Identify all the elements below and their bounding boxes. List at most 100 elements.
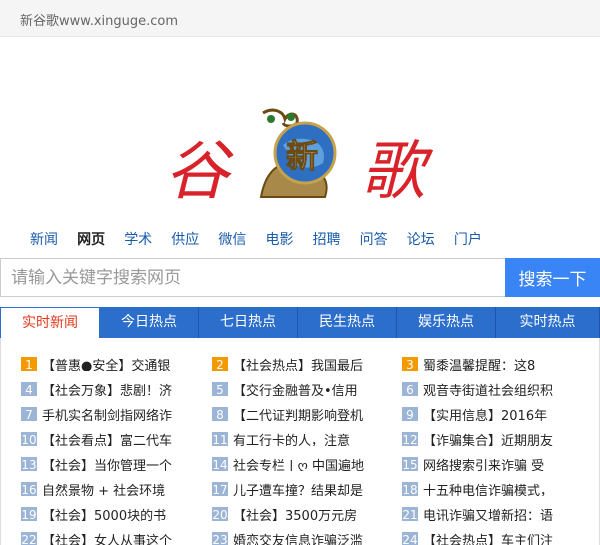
nav-jobs[interactable]: 招聘 [313,229,341,249]
news-title[interactable]: 观音寺街道社会组织积 [423,380,581,396]
news-title[interactable]: 蜀黍温馨提醒：这8 [423,355,581,371]
news-item[interactable]: 6 观音寺街道社会组织积 [402,379,582,396]
news-rank-badge: 9 [402,406,418,421]
news-rank-badge: 20 [212,506,228,521]
news-item[interactable]: 24 【社会热点】车主们注 [402,529,582,545]
nav-supply[interactable]: 供应 [171,229,199,249]
news-item[interactable]: 20 【社会】3500万元房 [212,504,382,521]
news-title[interactable]: 网络搜索引来诈骗 受 [423,455,581,471]
news-title[interactable]: 【社会】3500万元房 [233,505,381,521]
tab-entertainment-hot[interactable]: 娱乐热点 [397,307,496,338]
news-title[interactable]: 【社会热点】车主们注 [423,530,581,545]
news-rank-badge: 1 [21,356,37,371]
news-item[interactable]: 2 【社会热点】我国最后 [212,354,382,371]
news-title[interactable]: 【社会】当你管理一个 [42,455,190,471]
news-item[interactable]: 18 十五种电信诈骗模式， [402,479,582,496]
news-title[interactable]: 十五种电信诈骗模式， [423,480,581,496]
news-rank-badge: 17 [212,481,228,496]
news-item[interactable]: 21 电讯诈骗又增新招：语 [402,504,582,521]
news-title[interactable]: 电讯诈骗又增新招：语 [423,505,581,521]
logo-char-xin: 新 [286,137,318,175]
news-title[interactable]: 儿子遭车撞？结果却是 [233,480,381,496]
news-rank-badge: 3 [402,356,418,371]
tab-week-hot[interactable]: 七日热点 [199,307,298,338]
news-rank-badge: 5 [212,381,228,396]
search-bar: 搜索一下 [0,258,600,297]
news-item[interactable]: 14 社会专栏 | ღ 中国遍地 [212,454,382,471]
news-rank-badge: 6 [402,381,418,396]
nav-qa[interactable]: 问答 [360,229,388,249]
news-title[interactable]: 【实用信息】2016年 [423,405,581,421]
news-item[interactable]: 22 【社会】女人从事这个 [21,529,191,545]
news-item[interactable]: 12 【诈骗集合】近期朋友 [402,429,582,446]
news-tabs: 实时新闻 今日热点 七日热点 民生热点 娱乐热点 实时热点 [0,307,600,338]
news-item[interactable]: 10 【社会看点】富二代车 [21,429,191,446]
nav-portal[interactable]: 门户 [454,229,482,249]
news-item[interactable]: 3 蜀黍温馨提醒：这8 [402,354,582,371]
news-rank-badge: 24 [402,531,418,545]
news-rank-badge: 2 [212,356,228,371]
news-rank-badge: 18 [402,481,418,496]
news-title[interactable]: 【社会】女人从事这个 [42,530,190,545]
news-item[interactable]: 5 【交行金融普及•信用 [212,379,382,396]
news-title[interactable]: 【社会】5000块的书 [42,505,190,521]
news-rank-badge: 7 [21,406,37,421]
news-title[interactable]: 手机实名制剑指网络诈 [42,405,190,421]
news-item[interactable]: 15 网络搜索引来诈骗 受 [402,454,582,471]
news-item[interactable]: 19 【社会】5000块的书 [21,504,191,521]
news-rank-badge: 22 [21,531,37,545]
news-title[interactable]: 【交行金融普及•信用 [233,380,381,396]
news-rank-badge: 13 [21,456,37,471]
logo-image: 谷 新 歌 [165,108,434,209]
tab-realtime-hot[interactable]: 实时热点 [496,307,600,338]
news-item[interactable]: 11 有工行卡的人，注意 [212,429,382,446]
search-button[interactable]: 搜索一下 [505,258,600,297]
nav-news[interactable]: 新闻 [30,229,58,249]
news-title[interactable]: 【诈骗集合】近期朋友 [423,430,581,446]
news-title[interactable]: 婚恋交友信息诈骗泛滥 [233,530,381,545]
news-rank-badge: 12 [402,431,418,446]
news-title[interactable]: 【社会万象】悲剧！济 [42,380,190,396]
news-rank-badge: 15 [402,456,418,471]
nav-web[interactable]: 网页 [77,229,105,249]
news-item[interactable]: 13 【社会】当你管理一个 [21,454,191,471]
news-item[interactable]: 4 【社会万象】悲剧！济 [21,379,191,396]
news-rank-badge: 16 [21,481,37,496]
news-rank-badge: 11 [212,431,228,446]
news-rank-badge: 19 [21,506,37,521]
news-rank-badge: 8 [212,406,228,421]
news-item[interactable]: 1 【普惠●安全】交通银 [21,354,191,371]
news-title[interactable]: 【二代证判期影响登机 [233,405,381,421]
news-rank-badge: 4 [21,381,37,396]
nav-academic[interactable]: 学术 [124,229,152,249]
news-title[interactable]: 社会专栏 | ღ 中国遍地 [233,455,381,471]
news-title[interactable]: 【普惠●安全】交通银 [42,355,190,371]
top-bar: 新谷歌www.xinguge.com [0,0,600,37]
search-input[interactable] [0,258,505,297]
logo[interactable]: 谷 新 歌 [165,105,440,209]
news-title[interactable]: 自然景物 + 社会环境 [42,480,190,496]
news-title[interactable]: 有工行卡的人，注意 [233,430,381,446]
news-item[interactable]: 16 自然景物 + 社会环境 [21,479,191,496]
tab-livelihood-hot[interactable]: 民生热点 [298,307,397,338]
news-rank-badge: 23 [212,531,228,545]
news-item[interactable]: 8 【二代证判期影响登机 [212,404,382,421]
news-item[interactable]: 23 婚恋交友信息诈骗泛滥 [212,529,382,545]
site-name: 新谷歌www.xinguge.com [20,14,179,29]
news-rank-badge: 14 [212,456,228,471]
tab-today-hot[interactable]: 今日热点 [100,307,199,338]
news-item[interactable]: 9 【实用信息】2016年 [402,404,582,421]
news-title[interactable]: 【社会热点】我国最后 [233,355,381,371]
news-rank-badge: 10 [21,431,37,446]
nav-movie[interactable]: 电影 [265,229,293,249]
news-item[interactable]: 7 手机实名制剑指网络诈 [21,404,191,421]
news-list: 1 【普惠●安全】交通银 2 【社会热点】我国最后 3 蜀黍温馨提醒：这8 4 【社会万象】悲… [0,338,600,545]
tab-realtime-news[interactable]: 实时新闻 [0,307,100,338]
news-item[interactable]: 17 儿子遭车撞？结果却是 [212,479,382,496]
nav-forum[interactable]: 论坛 [407,229,435,249]
news-title[interactable]: 【社会看点】富二代车 [42,430,190,446]
nav-wechat[interactable]: 微信 [218,229,246,249]
search-category-nav: 新闻 网页 学术 供应 微信 电影 招聘 问答 论坛 门户 [30,229,496,249]
logo-char-gu: 谷 [165,135,234,205]
logo-char-ge: 歌 [361,135,434,205]
